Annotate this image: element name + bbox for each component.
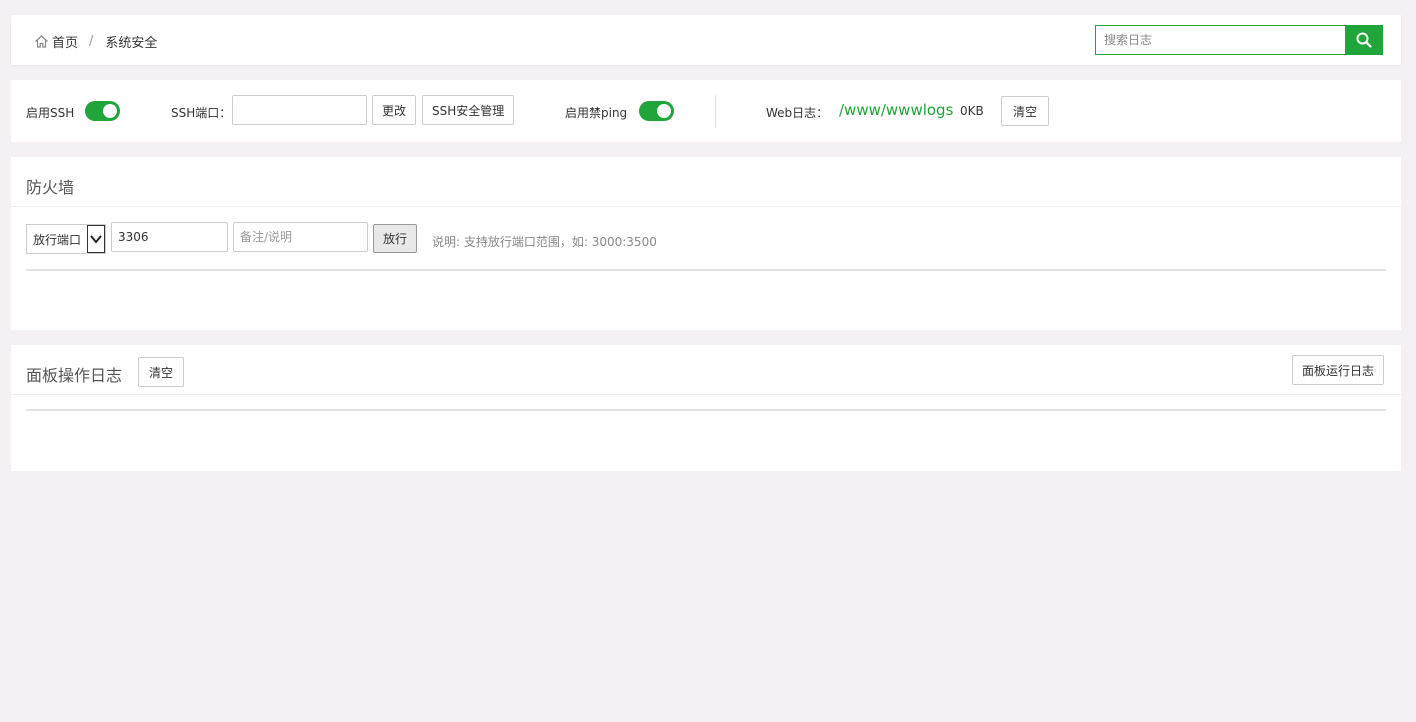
- divider: [715, 95, 716, 127]
- panel-run-log-button[interactable]: 面板运行日志: [1292, 355, 1385, 385]
- ping-enable-label: 启用禁ping: [565, 106, 628, 120]
- search-button[interactable]: [1345, 25, 1383, 55]
- ssh-settings-bar: 启用SSH SSH端口： 更改 SSH安全管理 启用禁ping Web日志： /…: [11, 80, 1401, 142]
- chevron-down-icon: [87, 225, 105, 253]
- panel-log-title: 面板操作日志: [26, 366, 123, 385]
- firewall-port-input[interactable]: [111, 222, 228, 252]
- search-box: [1095, 25, 1383, 55]
- firewall-allow-button[interactable]: 放行: [373, 224, 418, 253]
- ssh-manage-button[interactable]: SSH安全管理: [422, 95, 515, 125]
- breadcrumb-separator: /: [89, 34, 94, 49]
- panel-log-table-top-border: [26, 409, 1386, 411]
- search-input[interactable]: [1095, 25, 1345, 55]
- ssh-port-input[interactable]: [232, 95, 367, 125]
- home-icon[interactable]: [34, 34, 49, 49]
- panel-log-panel: 面板操作日志 清空 面板运行日志: [11, 345, 1401, 471]
- clear-panel-log-button[interactable]: 清空: [138, 357, 185, 387]
- ssh-enable-label: 启用SSH: [26, 106, 75, 120]
- ping-toggle-knob: [657, 104, 671, 118]
- top-bar: 首页 / 系统安全: [11, 15, 1401, 65]
- change-port-button[interactable]: 更改: [372, 95, 417, 125]
- firewall-table-top-border: [26, 269, 1386, 271]
- firewall-remark-input[interactable]: [233, 222, 368, 252]
- clear-web-log-button[interactable]: 清空: [1001, 96, 1050, 126]
- breadcrumb-home-link[interactable]: 首页: [52, 32, 78, 51]
- firewall-type-select[interactable]: 放行端口: [26, 224, 106, 254]
- breadcrumb: 首页 / 系统安全: [34, 32, 157, 51]
- breadcrumb-current: 系统安全: [105, 36, 158, 51]
- firewall-type-selected: 放行端口: [33, 232, 82, 247]
- ssh-port-label: SSH端口：: [171, 106, 232, 120]
- web-log-label: Web日志：: [766, 106, 829, 120]
- firewall-title: 防火墙: [26, 178, 75, 197]
- ssh-toggle-knob: [103, 104, 117, 118]
- firewall-panel: 防火墙 放行端口 放行 说明: 支持放行端口范围，如: 3000:3500: [11, 157, 1401, 330]
- firewall-note: 说明: 支持放行端口范围，如: 3000:3500: [432, 235, 657, 249]
- panel-log-header-divider: [11, 394, 1401, 395]
- ssh-toggle[interactable]: [85, 101, 120, 121]
- ping-toggle[interactable]: [639, 101, 674, 121]
- web-log-path-link[interactable]: /www/wwwlogs: [839, 101, 953, 119]
- web-log-size: 0KB: [960, 104, 984, 118]
- search-icon: [1356, 32, 1372, 48]
- firewall-header-divider: [11, 206, 1401, 207]
